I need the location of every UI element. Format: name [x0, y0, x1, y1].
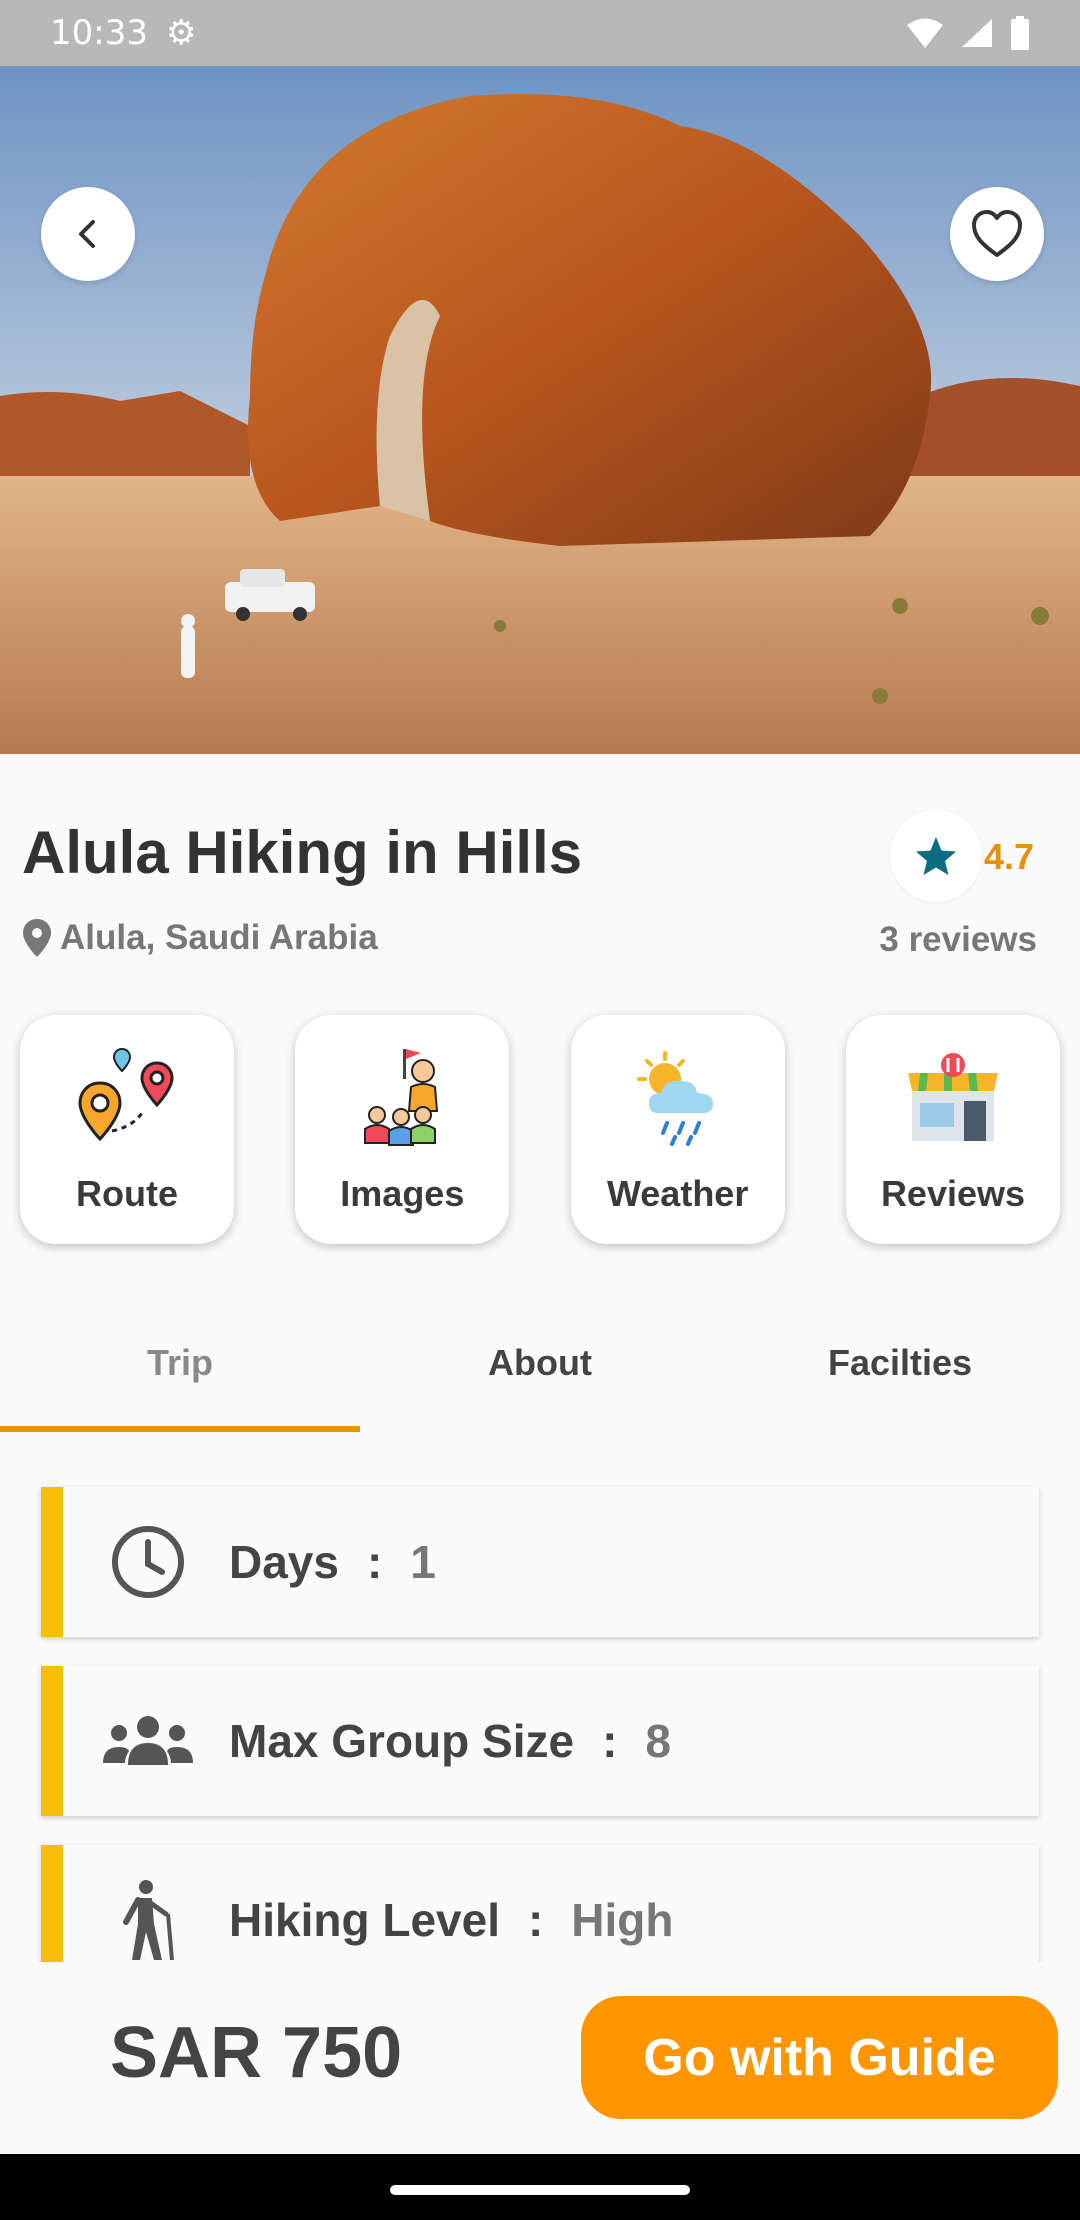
trip-title: Alula Hiking in Hills	[22, 819, 583, 886]
days-separator: :	[366, 1536, 383, 1588]
route-card[interactable]: Route	[20, 1015, 234, 1244]
reviews-count[interactable]: 3 reviews	[879, 920, 1037, 960]
chevron-left-icon	[79, 220, 95, 248]
route-label: Route	[76, 1173, 178, 1214]
guide-group-icon	[364, 1049, 439, 1146]
rating-value: 4.7	[984, 836, 1035, 877]
back-button[interactable]	[41, 187, 135, 281]
booking-bar: SAR 750 Go with Guide	[0, 1962, 1080, 2154]
tab-indicator	[0, 1426, 360, 1432]
star-icon	[916, 837, 956, 875]
price: SAR 750	[110, 2013, 403, 2093]
group-size-separator: :	[602, 1715, 618, 1767]
clock-icon	[103, 1517, 193, 1607]
settings-status-icon: ⚙	[165, 14, 197, 52]
hiking-level-separator: :	[527, 1894, 544, 1946]
reviews-label: Reviews	[880, 1173, 1026, 1214]
weather-card[interactable]: Weather	[570, 1015, 785, 1244]
battery-icon	[1011, 16, 1029, 50]
status-bar: 10:33 ⚙	[0, 0, 1080, 66]
hiker-icon	[103, 1875, 193, 1965]
status-icons	[906, 16, 1030, 50]
location-pin-icon	[23, 919, 51, 957]
tab-about[interactable]: About	[360, 1330, 720, 1434]
group-size-label: Max Group Size	[229, 1715, 575, 1767]
location: Alula, Saudi Arabia	[22, 918, 378, 958]
weather-icon	[636, 1051, 713, 1146]
rating-badge	[890, 810, 982, 902]
tab-trip[interactable]: Trip	[0, 1330, 360, 1434]
weather-label: Weather	[606, 1173, 749, 1214]
hiking-level-value: High	[571, 1894, 674, 1946]
reviews-card[interactable]: Reviews	[845, 1015, 1060, 1244]
favorite-button[interactable]	[950, 187, 1044, 281]
route-pins-icon	[78, 1047, 174, 1142]
hiking-level-label: Hiking Level	[229, 1894, 500, 1946]
group-icon	[103, 1696, 193, 1786]
elephant-rock-photo	[0, 66, 1080, 754]
hero-image	[0, 66, 1080, 754]
heart-outline-icon	[972, 210, 1022, 257]
go-with-guide-button[interactable]: Go with Guide	[581, 1996, 1058, 2119]
tab-facilities[interactable]: Facilties	[720, 1330, 1080, 1434]
quick-actions: Route Images Weather Reviews	[20, 1015, 1060, 1244]
group-size-row: Max Group Size : 8	[41, 1666, 1039, 1816]
detail-tabs: Trip About Facilties	[0, 1330, 1080, 1434]
days-label: Days	[229, 1536, 339, 1588]
location-text: Alula, Saudi Arabia	[60, 918, 378, 957]
home-handle[interactable]	[390, 2185, 690, 2195]
storefront-icon	[907, 1053, 998, 1141]
images-card[interactable]: Images	[295, 1015, 510, 1244]
images-label: Images	[340, 1173, 465, 1214]
signal-icon	[962, 19, 992, 47]
status-time: 10:33	[50, 13, 148, 53]
days-row: Days : 1	[41, 1487, 1039, 1637]
trip-details-screen: 10:33 ⚙ Alula Hiking in Hills 4.7 Alula,…	[0, 0, 1080, 2220]
wifi-icon	[907, 18, 943, 48]
group-size-value: 8	[645, 1715, 671, 1767]
days-value: 1	[410, 1536, 436, 1588]
